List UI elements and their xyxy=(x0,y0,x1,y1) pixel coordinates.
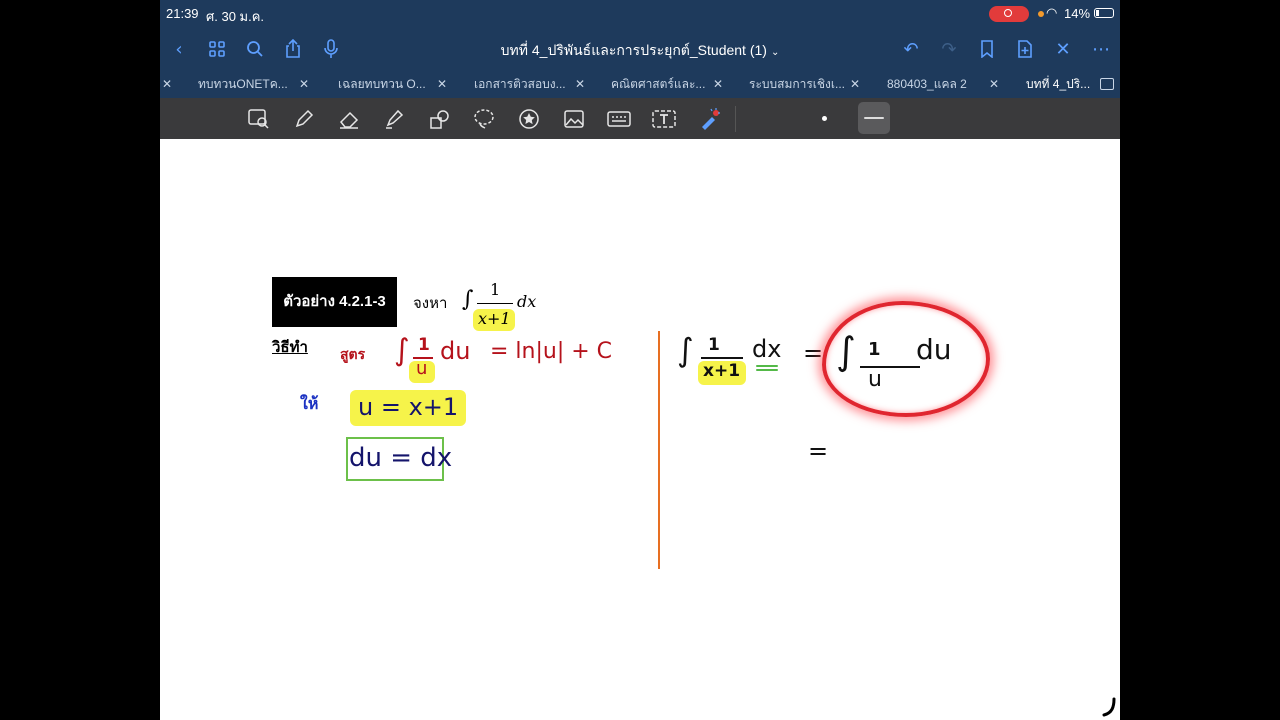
ipad-screen: 21:39 ศ. 30 ม.ค. ◠ 14% ‹ บทที่ 4_ปริพันธ… xyxy=(160,0,1120,720)
undo-icon[interactable]: ↶ xyxy=(900,38,922,60)
question-dx: dx xyxy=(517,292,537,311)
bookmark-icon[interactable] xyxy=(976,38,998,60)
question-denominator: x+1 xyxy=(478,309,511,328)
tab-3[interactable]: เอกสารติวสอบง... xyxy=(474,70,566,98)
laser-pointer-icon[interactable] xyxy=(696,106,722,132)
pen-thickness-selector[interactable] xyxy=(858,102,890,134)
example-label: ตัวอย่าง 4.2.1-3 xyxy=(272,277,397,327)
tab-6[interactable]: 880403_แคล 2 xyxy=(887,70,967,98)
nav-bar: ‹ บทที่ 4_ปริพันธ์และการประยุกต์_Student… xyxy=(160,28,1120,70)
question-numerator: 1 xyxy=(490,280,501,299)
close-icon[interactable]: ✕ xyxy=(1052,38,1074,60)
tab-label: เฉลยทบทวน O... xyxy=(338,77,426,91)
keyboard-icon[interactable] xyxy=(606,106,632,132)
right-fraction-bar xyxy=(701,357,743,359)
formula-numerator: 1 xyxy=(418,335,430,355)
right-integral: ∫ xyxy=(677,331,694,369)
formula-denominator: u xyxy=(416,358,428,379)
image-icon[interactable] xyxy=(561,106,587,132)
tab-label: ระบบสมการเชิงเ... xyxy=(749,77,846,91)
tab-close-icon[interactable]: ✕ xyxy=(437,70,447,98)
screen-recording-icon[interactable] xyxy=(989,6,1029,22)
status-bar: 21:39 ศ. 30 ม.ค. ◠ 14% xyxy=(160,0,1120,28)
method-label: วิธีทำ xyxy=(272,339,308,356)
tab-1[interactable]: ทบทวนONETค... xyxy=(198,70,288,98)
more-icon[interactable]: ⋯ xyxy=(1090,38,1112,60)
tab-label: บทที่ 4_ปริ... xyxy=(1026,77,1091,91)
right-dx-underline-1 xyxy=(756,365,778,367)
formula-integral: ∫ xyxy=(394,333,410,368)
tab-label: 880403_แคล 2 xyxy=(887,77,967,91)
substitution-u: u = x+1 xyxy=(358,393,459,421)
result-integral: ∫ xyxy=(836,329,856,373)
result-du: du xyxy=(916,333,952,366)
battery-icon xyxy=(1094,8,1114,18)
status-time: 21:39 xyxy=(166,6,199,21)
redo-icon[interactable]: ↷ xyxy=(938,38,960,60)
tab-close-icon[interactable]: ✕ xyxy=(850,70,860,98)
sticker-icon[interactable] xyxy=(516,106,542,132)
note-page[interactable]: ตัวอย่าง 4.2.1-3 จงหา ∫ 1 x+1 dx วิธีทำ … xyxy=(160,139,1120,720)
pen-color-swatch[interactable] xyxy=(822,116,827,121)
formula-result: = ln|u| + C xyxy=(490,339,613,364)
tab-4[interactable]: คณิตศาสตร์และ... xyxy=(611,70,705,98)
tab-close-icon[interactable]: ✕ xyxy=(299,70,309,98)
status-date: ศ. 30 ม.ค. xyxy=(206,9,265,24)
formula-du: du xyxy=(440,337,471,365)
tab-5[interactable]: ระบบสมการเชิงเ... xyxy=(749,70,845,98)
chevron-down-icon[interactable]: ⌄ xyxy=(771,47,779,58)
formula-label: สูตร xyxy=(340,347,366,363)
right-dx-underline-2 xyxy=(756,369,778,371)
lasso-icon[interactable] xyxy=(471,106,497,132)
tab-label: เอกสารติวสอบง... xyxy=(474,77,566,91)
find-text: จงหา xyxy=(413,295,448,312)
scroll-handle-icon[interactable] xyxy=(1102,697,1118,717)
result-numerator: 1 xyxy=(868,339,881,360)
substitution-du: du = dx xyxy=(349,443,453,473)
tab-label: คณิตศาสตร์และ... xyxy=(611,77,706,91)
right-equals-2: = xyxy=(808,437,829,465)
mic-indicator-icon xyxy=(1038,11,1044,17)
drawing-toolbar xyxy=(160,98,1120,139)
right-numerator: 1 xyxy=(708,335,720,355)
document-title-text: บทที่ 4_ปริพันธ์และการประยุกต์_Student (… xyxy=(500,42,767,58)
tab-overview-icon[interactable] xyxy=(1100,78,1114,90)
tab-bar: ✕ ทบทวนONETค... ✕ เฉลยทบทวน O... ✕ เอกสา… xyxy=(160,70,1120,98)
result-denominator: u xyxy=(868,367,882,392)
vertical-divider xyxy=(658,331,660,569)
tab-2[interactable]: เฉลยทบทวน O... xyxy=(338,70,426,98)
right-equals: = xyxy=(803,339,824,367)
tab-label: ทบทวนONETค... xyxy=(198,77,288,91)
wifi-icon: ◠ xyxy=(1046,5,1058,20)
toolbar-separator xyxy=(735,106,736,132)
right-dx: dx xyxy=(752,335,782,363)
let-label: ให้ xyxy=(300,394,319,413)
highlighter-icon[interactable] xyxy=(381,106,407,132)
tab-7-active[interactable]: บทที่ 4_ปริ... xyxy=(1026,70,1090,98)
textbox-icon[interactable] xyxy=(651,106,677,132)
battery-percent: 14% xyxy=(1064,6,1091,21)
zoom-lasso-icon[interactable] xyxy=(246,106,272,132)
pen-icon[interactable] xyxy=(291,106,317,132)
question-integral: ∫ xyxy=(462,287,474,312)
tab-close-icon[interactable]: ✕ xyxy=(575,70,585,98)
question-fraction-bar xyxy=(477,303,513,304)
add-page-icon[interactable] xyxy=(1014,38,1036,60)
eraser-icon[interactable] xyxy=(336,106,362,132)
tab-close-icon[interactable]: ✕ xyxy=(713,70,723,98)
right-denominator: x+1 xyxy=(703,361,741,381)
shapes-icon[interactable] xyxy=(426,106,452,132)
tab-close-icon[interactable]: ✕ xyxy=(989,70,999,98)
